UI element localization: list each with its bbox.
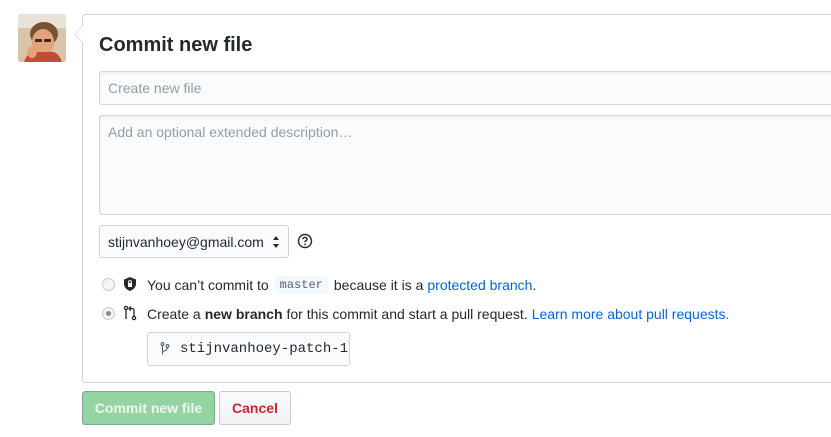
pull-request-icon bbox=[123, 305, 137, 321]
commit-email-select[interactable]: stijnvanhoey@gmail.com bbox=[99, 225, 289, 258]
protected-suffix: . bbox=[532, 277, 537, 293]
new-branch-middle: for this commit and start a pull request… bbox=[286, 306, 528, 322]
commit-summary-input[interactable] bbox=[99, 71, 831, 105]
commit-new-file-button[interactable]: Commit new file bbox=[82, 391, 215, 425]
commit-directly-radio[interactable] bbox=[102, 278, 115, 291]
panel-pointer-fill bbox=[75, 26, 83, 42]
commit-description-input[interactable] bbox=[99, 115, 831, 215]
question-icon[interactable] bbox=[297, 233, 313, 249]
new-branch-option-text: Create a new branch for this commit and … bbox=[147, 304, 729, 324]
new-branch-prefix: Create a bbox=[147, 306, 201, 322]
select-caret-icon bbox=[273, 236, 279, 248]
protected-prefix: You can’t commit to bbox=[147, 277, 269, 293]
commit-form-title: Commit new file bbox=[99, 34, 253, 56]
git-branch-icon bbox=[160, 342, 170, 355]
new-branch-radio[interactable] bbox=[102, 307, 115, 320]
user-avatar[interactable] bbox=[18, 14, 66, 62]
branch-name-value: stijnvanhoey-patch-1 bbox=[180, 341, 349, 357]
branch-code: master bbox=[274, 276, 328, 294]
protected-branch-link[interactable]: protected branch bbox=[427, 277, 532, 293]
protected-branch-notice: You can’t commit to master because it is… bbox=[147, 275, 536, 295]
cancel-button[interactable]: Cancel bbox=[219, 391, 291, 425]
learn-more-link[interactable]: Learn more about pull requests. bbox=[532, 306, 730, 322]
shield-lock-icon bbox=[124, 277, 136, 291]
avatar-image bbox=[18, 14, 66, 62]
commit-email-value: stijnvanhoey@gmail.com bbox=[108, 233, 264, 250]
branch-name-input[interactable]: stijnvanhoey-patch-1 bbox=[147, 332, 350, 366]
new-branch-strong: new branch bbox=[204, 306, 283, 322]
protected-middle: because it is a bbox=[333, 277, 424, 293]
